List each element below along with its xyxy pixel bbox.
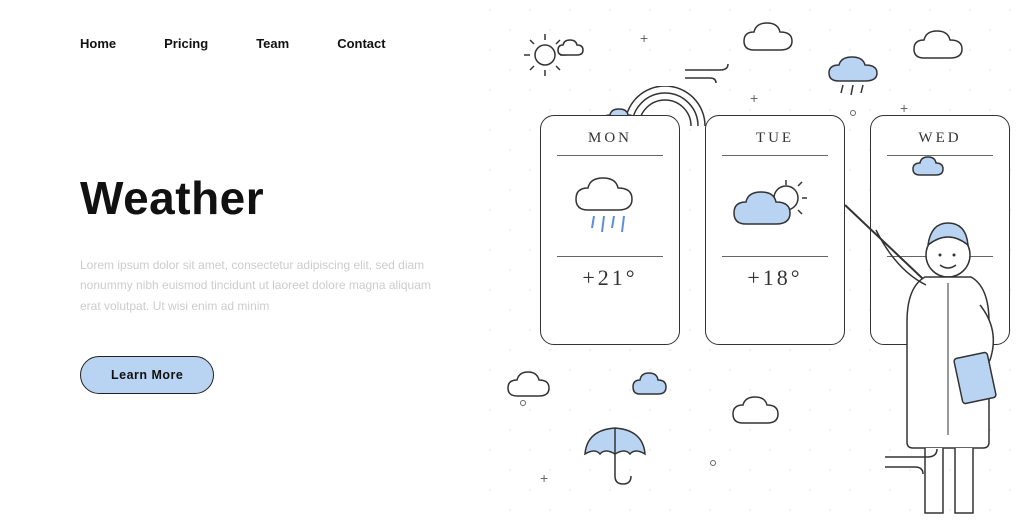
hero-subtitle: Lorem ipsum dolor sit amet, consectetur … bbox=[80, 255, 440, 316]
nav-team[interactable]: Team bbox=[256, 36, 289, 51]
weather-rain-icon bbox=[551, 156, 669, 256]
dot-icon bbox=[850, 110, 856, 116]
sparkle-icon: + bbox=[540, 470, 548, 486]
sparkle-icon: + bbox=[900, 100, 908, 116]
weather-partly-cloudy-icon bbox=[716, 156, 834, 256]
temperature-value: +21° bbox=[551, 265, 669, 291]
cloud-icon bbox=[730, 395, 795, 433]
dot-icon bbox=[710, 460, 716, 466]
cloud-outline-icon bbox=[910, 28, 980, 68]
top-nav: Home Pricing Team Contact bbox=[80, 36, 480, 51]
cloud-icon bbox=[505, 370, 565, 405]
cloud-icon bbox=[740, 20, 810, 60]
blue-cloud-icon bbox=[630, 370, 685, 402]
wind-icon bbox=[880, 445, 950, 480]
small-blue-cloud-icon bbox=[910, 155, 960, 183]
sparkle-icon: + bbox=[750, 90, 758, 106]
divider bbox=[557, 256, 663, 257]
temperature-value: +18° bbox=[716, 265, 834, 291]
umbrella-icon bbox=[580, 420, 650, 490]
day-label: MON bbox=[551, 130, 669, 147]
forecast-card-mon: MON +21° bbox=[540, 115, 680, 345]
page-title: Weather bbox=[80, 171, 480, 225]
learn-more-button[interactable]: Learn More bbox=[80, 356, 214, 394]
small-cloud-icon bbox=[555, 38, 595, 63]
illustration-panel: MON +21° TUE bbox=[480, 0, 1024, 525]
sparkle-icon: + bbox=[640, 30, 648, 46]
nav-home[interactable]: Home bbox=[80, 36, 116, 51]
forecast-card-tue: TUE +18° bbox=[705, 115, 845, 345]
hero-panel: Home Pricing Team Contact Weather Lorem … bbox=[0, 0, 480, 525]
divider bbox=[722, 256, 828, 257]
rain-cloud-blue-icon bbox=[825, 55, 895, 105]
day-label: TUE bbox=[716, 130, 834, 147]
dot-icon bbox=[520, 400, 526, 406]
nav-pricing[interactable]: Pricing bbox=[164, 36, 208, 51]
day-label: WED bbox=[881, 130, 999, 147]
nav-contact[interactable]: Contact bbox=[337, 36, 385, 51]
